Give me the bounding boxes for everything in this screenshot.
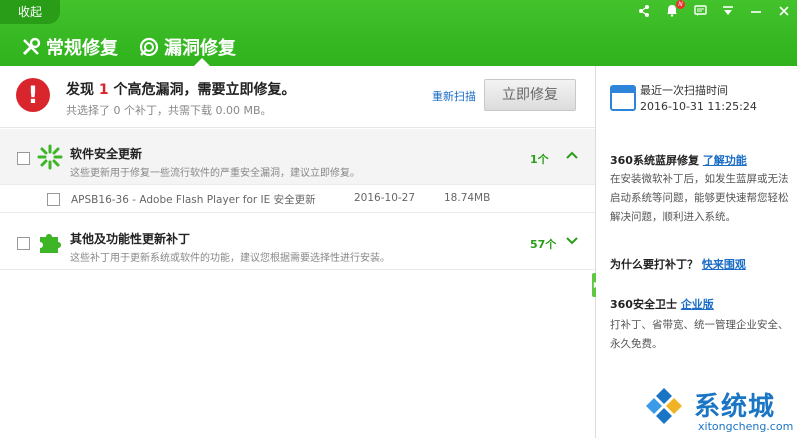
warning-icon: ! — [16, 78, 50, 112]
notification-icon[interactable]: N — [665, 0, 685, 20]
notification-badge: N — [676, 0, 685, 9]
bsod-title-text: 360系统蓝屏修复 — [610, 154, 699, 167]
scan-time: 2016-10-31 11:25:24 — [640, 100, 757, 113]
category-count: 1个 — [530, 153, 549, 166]
patch-row[interactable]: APSB16-36 - Adobe Flash Player for IE 安全… — [0, 185, 595, 213]
category-count: 57个 — [530, 238, 557, 251]
why-patch-title: 为什么要打补丁？ 快来围观 — [610, 256, 746, 272]
watermark-name: 系统城 — [694, 392, 776, 422]
main-panel: ! 发现 1 个高危漏洞，需要立即修复。 共选择了 0 个补丁，共需下载 0.0… — [0, 66, 595, 438]
alert-banner: ! 发现 1 个高危漏洞，需要立即修复。 共选择了 0 个补丁，共需下载 0.0… — [0, 66, 595, 128]
alert-title: 发现 1 个高危漏洞，需要立即修复。 — [66, 79, 296, 99]
title-bar: 收起 N 常规修复 漏洞修复 — [0, 0, 797, 66]
enterprise-title: 360安全卫士 企业版 — [610, 296, 714, 312]
come-look-link[interactable]: 快来围观 — [702, 258, 746, 271]
category-other-updates[interactable]: 其他及功能性更新补丁 这些补丁用于更新系统或软件的功能，建议您根据需要选择性进行… — [0, 214, 595, 270]
chevron-down-icon[interactable] — [566, 233, 578, 249]
alert-prefix: 发现 — [66, 82, 94, 98]
patch-date: 2016-10-27 — [354, 192, 416, 204]
tab-label: 漏洞修复 — [164, 38, 236, 59]
shield-bug-icon — [138, 36, 160, 58]
category-desc: 这些补丁用于更新系统或软件的功能，建议您根据需要选择性进行安装。 — [70, 253, 390, 264]
watermark: 系统城 xitongcheng.com — [642, 380, 797, 438]
tab-general-repair[interactable]: 常规修复 — [20, 34, 118, 60]
alert-count: 1 — [98, 82, 109, 98]
tab-label: 常规修复 — [46, 38, 118, 59]
category-desc: 这些更新用于修复一些流行软件的严重安全漏洞，建议立即修复。 — [70, 168, 360, 179]
scan-label: 最近一次扫描时间 — [640, 84, 728, 97]
alert-suffix: 个高危漏洞，需要立即修复。 — [113, 82, 296, 98]
alert-subtext: 共选择了 0 个补丁，共需下载 0.00 MB。 — [66, 104, 272, 117]
tab-bar: 常规修复 漏洞修复 — [20, 34, 236, 60]
bsod-repair-title: 360系统蓝屏修复 了解功能 — [610, 152, 747, 168]
bsod-repair-text: 在安装微软补丁后，如发生蓝屏或无法启动系统等问题，能够更快速帮您轻松解决问题，顺… — [610, 173, 789, 223]
patch-checkbox[interactable] — [47, 193, 60, 206]
minimize-icon[interactable] — [749, 5, 763, 20]
category-checkbox[interactable] — [17, 237, 30, 250]
watermark-logo-icon — [642, 386, 686, 430]
chevron-up-icon[interactable] — [566, 148, 578, 164]
category-checkbox[interactable] — [17, 152, 30, 165]
tab-vulnerability-repair[interactable]: 漏洞修复 — [138, 34, 236, 60]
menu-icon[interactable] — [721, 5, 735, 20]
feedback-icon[interactable] — [693, 4, 707, 20]
enterprise-title-text: 360安全卫士 — [610, 298, 677, 311]
why-title-text: 为什么要打补丁？ — [610, 258, 698, 271]
category-title: 其他及功能性更新补丁 — [70, 232, 191, 246]
last-scan-info: 最近一次扫描时间 2016-10-31 11:25:24 — [610, 82, 790, 122]
patch-size: 18.74MB — [444, 192, 491, 204]
active-tab-pointer — [194, 58, 210, 66]
enterprise-link[interactable]: 企业版 — [681, 298, 714, 311]
rescan-link[interactable]: 重新扫描 — [432, 88, 476, 104]
category-software-security[interactable]: 软件安全更新 这些更新用于修复一些流行软件的严重安全漏洞，建议立即修复。 1个 — [0, 129, 595, 185]
puzzle-icon — [36, 228, 64, 256]
window-controls: N — [637, 0, 791, 22]
enterprise-text: 打补丁、省带宽、统一管理企业安全、永久免费。 — [610, 319, 789, 350]
patch-name: APSB16-36 - Adobe Flash Player for IE 安全… — [71, 194, 316, 206]
learn-feature-link[interactable]: 了解功能 — [703, 154, 747, 167]
watermark-url: xitongcheng.com — [698, 420, 794, 433]
collapse-button[interactable]: 收起 — [0, 0, 60, 24]
calendar-icon — [610, 85, 636, 111]
share-icon[interactable] — [637, 4, 651, 20]
close-icon[interactable] — [777, 5, 791, 20]
wrench-screwdriver-icon — [20, 36, 42, 58]
spark-icon — [36, 143, 64, 171]
category-title: 软件安全更新 — [70, 147, 143, 161]
fix-now-button[interactable]: 立即修复 — [484, 79, 576, 111]
